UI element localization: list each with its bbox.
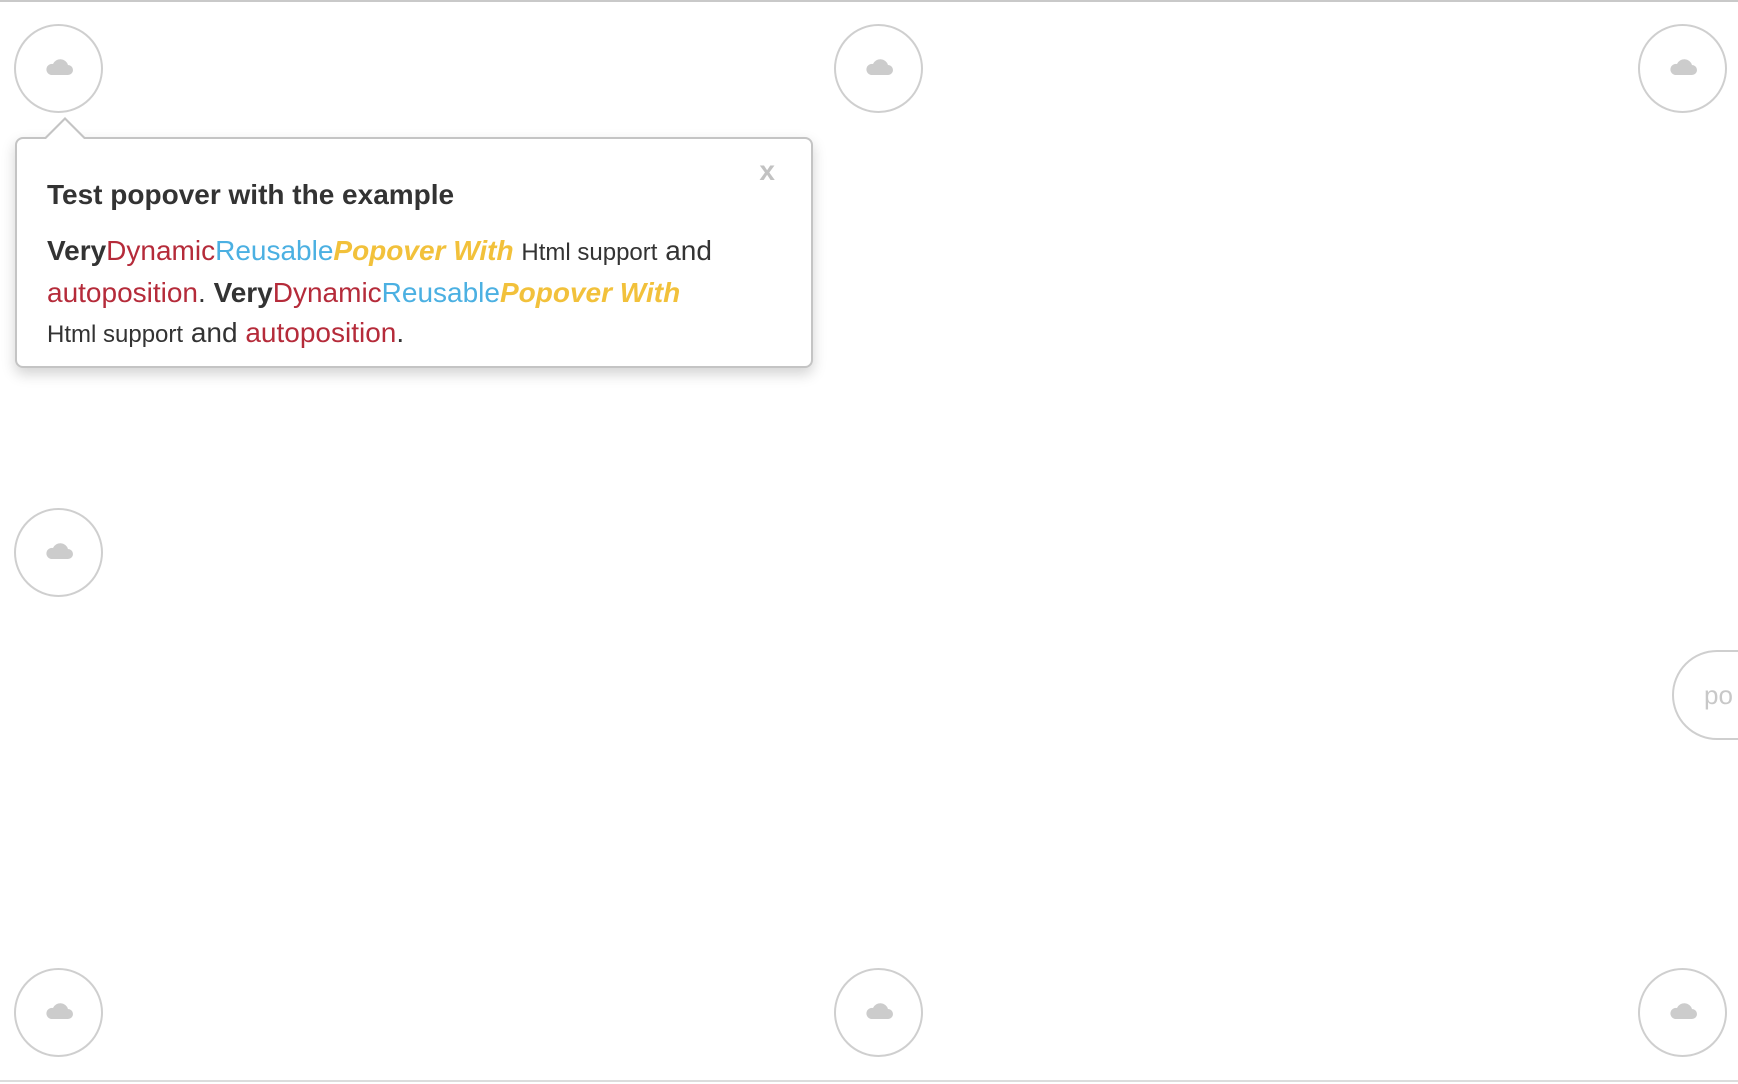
close-button[interactable]: x [759,157,775,185]
word-period: . [198,277,206,308]
trigger-middle-left[interactable] [14,508,103,597]
cloud-icon [45,542,73,559]
trigger-pill-right[interactable]: po [1672,650,1738,740]
word-popover-with: Popover With [333,235,514,266]
word-and: and [665,235,712,266]
content-line-1: VeryDynamicReusablePopover With Html sup… [47,231,767,273]
word-reusable: Reusable [215,235,334,266]
content-line-2: autoposition. VeryDynamicReusablePopover… [47,273,767,313]
trigger-top-left[interactable] [14,24,103,113]
popover-arrow [43,117,87,140]
word-very: Very [47,235,107,266]
word-autoposition: autoposition [47,277,199,308]
popover-demo-page: po x Test popover with the example VeryD… [0,0,1738,1084]
trigger-bottom-left[interactable] [14,968,103,1057]
popover-title: Test popover with the example [47,179,455,210]
word-autoposition: autoposition [245,317,397,348]
bottom-divider [0,1080,1738,1082]
word-html-support: Html support [521,239,658,266]
word-dynamic: Dynamic [272,277,382,308]
popover-content: VeryDynamicReusablePopover With Html sup… [47,231,767,355]
word-popover-with: Popover With [499,277,681,308]
popover: x Test popover with the example VeryDyna… [15,117,813,368]
trigger-bottom-center[interactable] [834,968,923,1057]
word-dynamic: Dynamic [106,235,216,266]
word-very: Very [213,277,273,308]
cloud-icon [1669,58,1697,75]
trigger-bottom-right[interactable] [1638,968,1727,1057]
content-line-3: Html support and autoposition. [47,313,767,355]
trigger-top-center[interactable] [834,24,923,113]
word-and: and [190,317,238,348]
word-html-support: Html support [47,321,184,348]
cloud-icon [45,1002,73,1019]
trigger-top-right[interactable] [1638,24,1727,113]
pill-label: po [1704,680,1733,710]
word-reusable: Reusable [381,277,500,308]
top-divider [0,0,1738,2]
cloud-icon [865,1002,893,1019]
word-period: . [396,317,405,348]
cloud-icon [865,58,893,75]
cloud-icon [45,58,73,75]
cloud-icon [1669,1002,1697,1019]
